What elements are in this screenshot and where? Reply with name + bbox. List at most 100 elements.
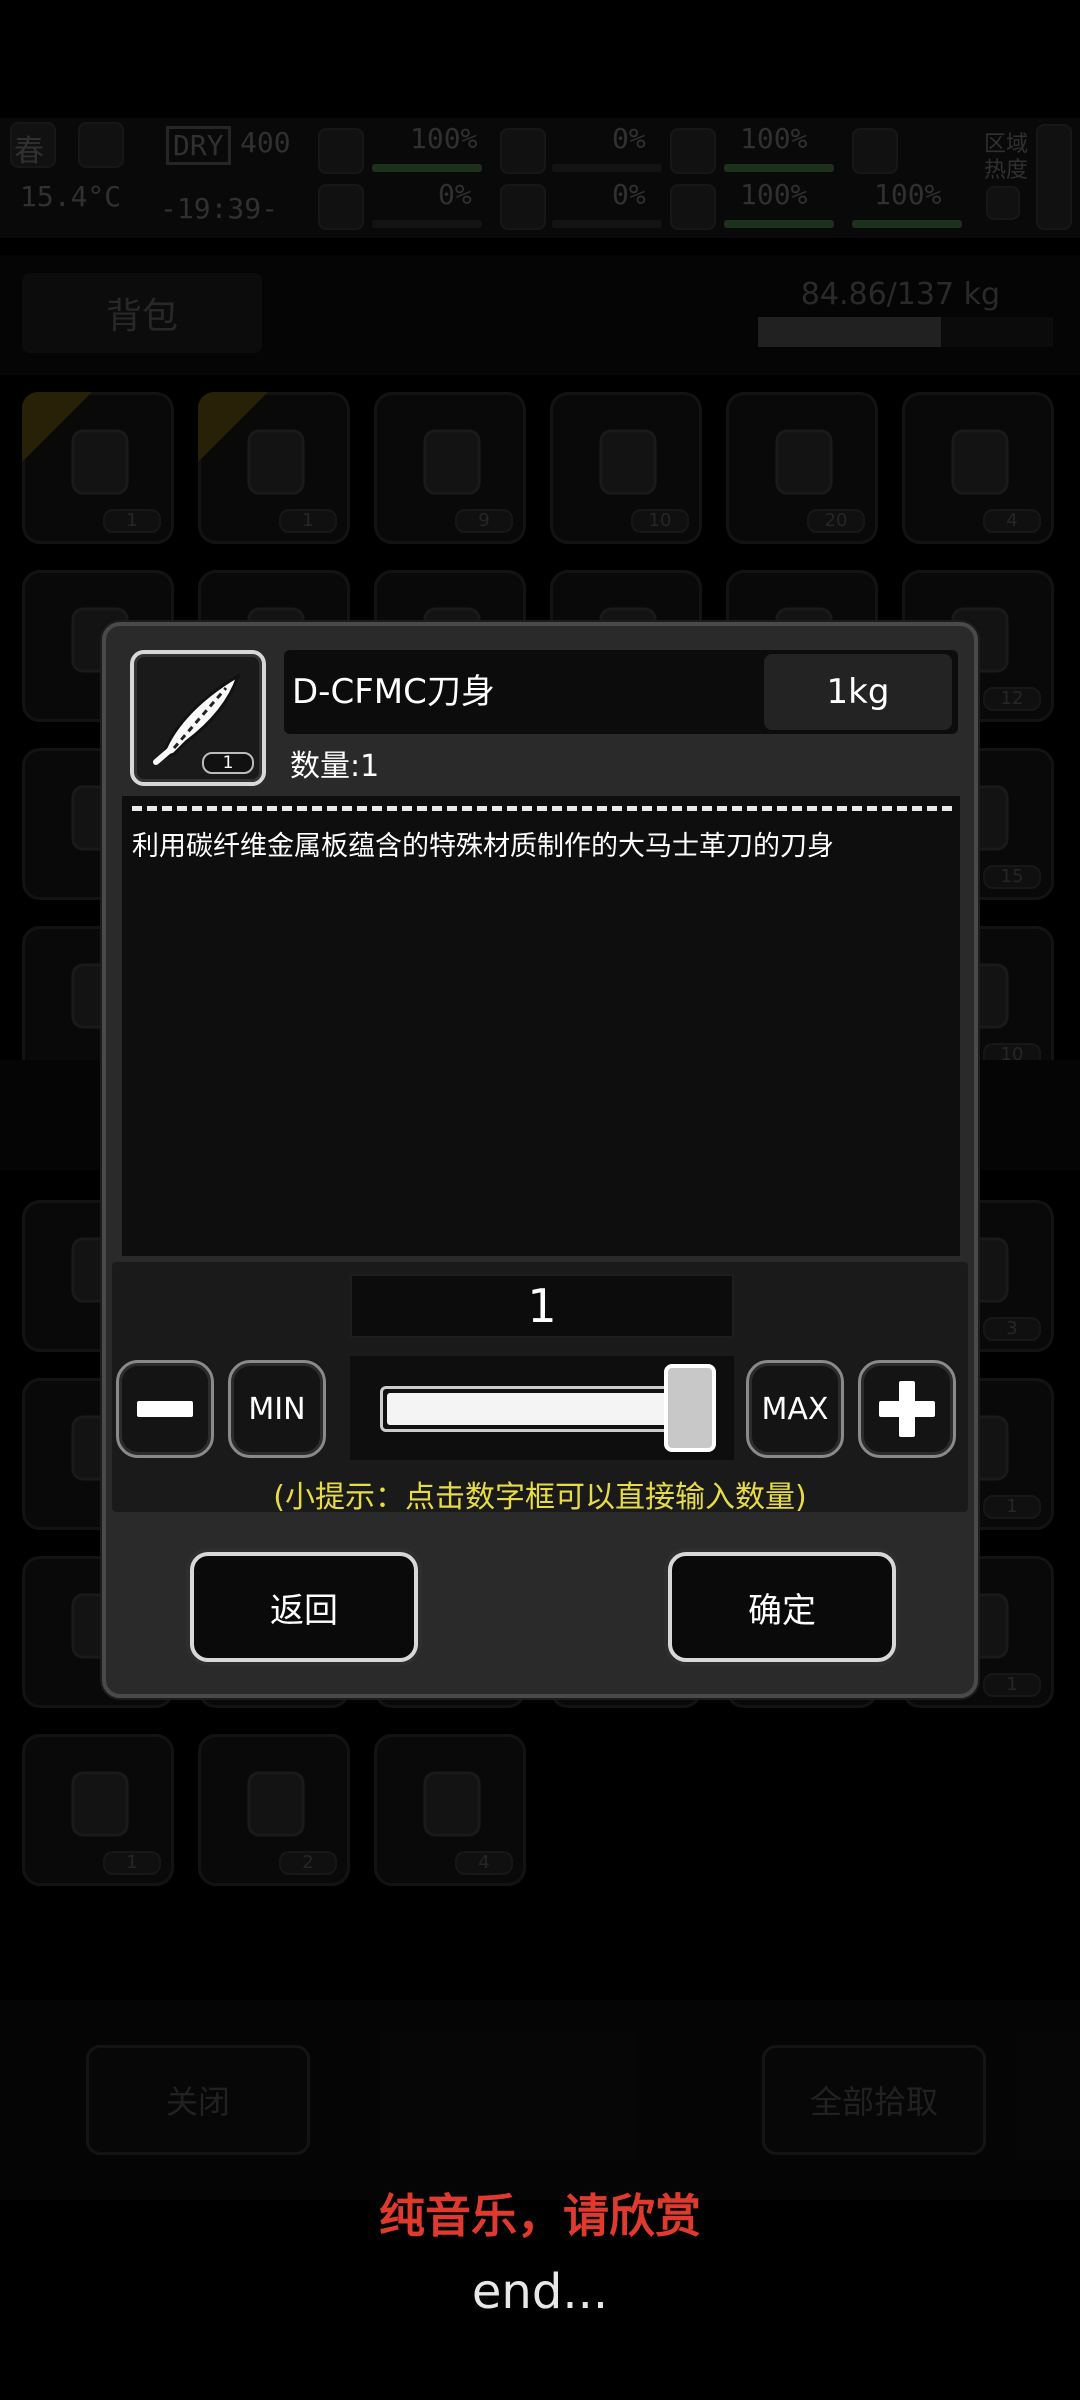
slider-handle[interactable] xyxy=(664,1364,716,1452)
inventory-slot[interactable]: 2 xyxy=(198,1734,350,1886)
slot-count-badge: 1 xyxy=(279,509,337,533)
item-description: 利用碳纤维金属板蕴含的特殊材质制作的大马士革刀的刀身 xyxy=(132,831,834,862)
area-heat-label: 区域 热度 xyxy=(984,132,1029,183)
stamina-stat-bar xyxy=(852,220,962,228)
stamina-stat-label: 100% xyxy=(874,178,942,211)
item-icon xyxy=(55,1759,145,1849)
min-button[interactable]: MIN xyxy=(228,1360,326,1458)
bleed-stat-label: 0% xyxy=(612,178,646,211)
clock-readout: -19:39- xyxy=(160,192,279,225)
slot-count-badge: 12 xyxy=(983,687,1041,711)
armor-stat-bar xyxy=(724,164,834,172)
item-count-text: 数量:1 xyxy=(290,749,380,784)
infection-stat-bar xyxy=(372,220,482,228)
medkit-icon xyxy=(318,128,364,174)
quantity-slider[interactable] xyxy=(350,1356,734,1460)
close-button[interactable]: 关闭 xyxy=(86,2045,310,2155)
heart-icon xyxy=(670,184,716,230)
temperature-readout: 15.4°C xyxy=(20,180,122,213)
armor-stat-fill xyxy=(724,164,834,172)
inventory-slot[interactable]: 10 xyxy=(550,392,702,544)
stomach-icon xyxy=(500,128,546,174)
health-stat-label: 100% xyxy=(410,122,478,155)
speaker-icon[interactable] xyxy=(986,186,1020,220)
subtitle-line-2: end... xyxy=(471,2264,609,2320)
hunger-stat-label: 0% xyxy=(612,122,646,155)
item-name-bar: D-CFMC刀身 1kg xyxy=(284,650,958,734)
inventory-slot[interactable]: 1 xyxy=(198,392,350,544)
dashed-divider xyxy=(132,806,952,811)
slot-count-badge: 1 xyxy=(103,1851,161,1875)
health-stat-bar xyxy=(372,164,482,172)
hunger-stat-bar xyxy=(552,164,662,172)
decrease-button[interactable] xyxy=(116,1360,214,1458)
item-weight: 1kg xyxy=(764,654,952,730)
inventory-slot[interactable]: 1 xyxy=(22,392,174,544)
slot-count-badge: 2 xyxy=(279,1851,337,1875)
item-icon xyxy=(231,1759,321,1849)
item-icon xyxy=(407,1759,497,1849)
item-icon xyxy=(935,417,1025,507)
increase-button[interactable] xyxy=(858,1360,956,1458)
helmet-icon xyxy=(670,128,716,174)
quantity-hint: (小提示：点击数字框可以直接输入数量) xyxy=(273,1480,807,1515)
heart-stat-bar xyxy=(724,220,834,228)
item-icon xyxy=(55,417,145,507)
slot-count-badge: 1 xyxy=(983,1673,1041,1697)
slot-count-badge: 15 xyxy=(983,865,1041,889)
slot-count-badge: 4 xyxy=(983,509,1041,533)
virus-icon xyxy=(318,184,364,230)
slot-count-badge: 10 xyxy=(631,509,689,533)
slot-count-badge: 1 xyxy=(103,509,161,533)
quantity-input[interactable]: 1 xyxy=(350,1274,734,1338)
dry-value: 400 xyxy=(240,126,291,159)
pickup-all-button[interactable]: 全部拾取 xyxy=(762,2045,986,2155)
armor-stat-label: 100% xyxy=(740,122,808,155)
item-description-panel: 利用碳纤维金属板蕴含的特殊材质制作的大马士革刀的刀身 xyxy=(122,796,960,1256)
backpack-weight-bar xyxy=(758,317,1053,347)
min-label: MIN xyxy=(248,1391,306,1427)
backpack-weight-text: 84.86/137 kg xyxy=(800,277,1000,312)
infection-stat-label: 0% xyxy=(438,178,472,211)
dry-tag: DRY xyxy=(166,126,231,165)
boot-icon xyxy=(852,128,898,174)
side-panel-toggle[interactable] xyxy=(1036,124,1072,230)
status-hud: 春 15.4°C DRY 400 -19:39- 100% 0% 0% 0% 1… xyxy=(0,118,1080,238)
minus-icon xyxy=(137,1401,193,1417)
slot-count-badge: 4 xyxy=(455,1851,513,1875)
max-button[interactable]: MAX xyxy=(746,1360,844,1458)
item-name: D-CFMC刀身 xyxy=(292,672,495,712)
max-label: MAX xyxy=(761,1391,829,1427)
item-thumbnail: 1 xyxy=(130,650,266,786)
slot-count-badge: 1 xyxy=(983,1495,1041,1519)
cloud-icon xyxy=(78,122,124,168)
heart-stat-fill xyxy=(724,220,834,228)
inventory-slot[interactable]: 1 xyxy=(22,1734,174,1886)
inventory-slot[interactable]: 4 xyxy=(374,1734,526,1886)
backpack-tab[interactable]: 背包 xyxy=(22,273,262,353)
blood-drop-icon xyxy=(500,184,546,230)
heart-stat-label: 100% xyxy=(740,178,808,211)
item-quantity-dialog: 1 D-CFMC刀身 1kg 数量:1 利用碳纤维金属板蕴含的特殊材质制作的大马… xyxy=(102,622,978,1698)
item-icon xyxy=(407,417,497,507)
back-button[interactable]: 返回 xyxy=(190,1552,418,1662)
slot-count-badge: 20 xyxy=(807,509,865,533)
inventory-slot[interactable]: 20 xyxy=(726,392,878,544)
plus-icon xyxy=(879,1381,935,1437)
slot-count-badge: 3 xyxy=(983,1317,1041,1341)
slider-fill xyxy=(387,1393,709,1425)
backpack-header: 背包 84.86/137 kg xyxy=(0,255,1080,375)
season-label: 春 xyxy=(14,134,44,169)
inventory-slot[interactable]: 4 xyxy=(902,392,1054,544)
stamina-stat-fill xyxy=(852,220,962,228)
slot-count-badge: 9 xyxy=(455,509,513,533)
health-stat-fill xyxy=(372,164,482,172)
bottom-action-bar: 关闭 全部拾取 xyxy=(0,2000,1080,2200)
item-icon xyxy=(759,417,849,507)
item-icon xyxy=(583,417,673,507)
bleed-stat-bar xyxy=(552,220,662,228)
confirm-button[interactable]: 确定 xyxy=(668,1552,896,1662)
thumbnail-count-badge: 1 xyxy=(202,752,254,774)
inventory-slot[interactable]: 9 xyxy=(374,392,526,544)
item-icon xyxy=(231,417,321,507)
